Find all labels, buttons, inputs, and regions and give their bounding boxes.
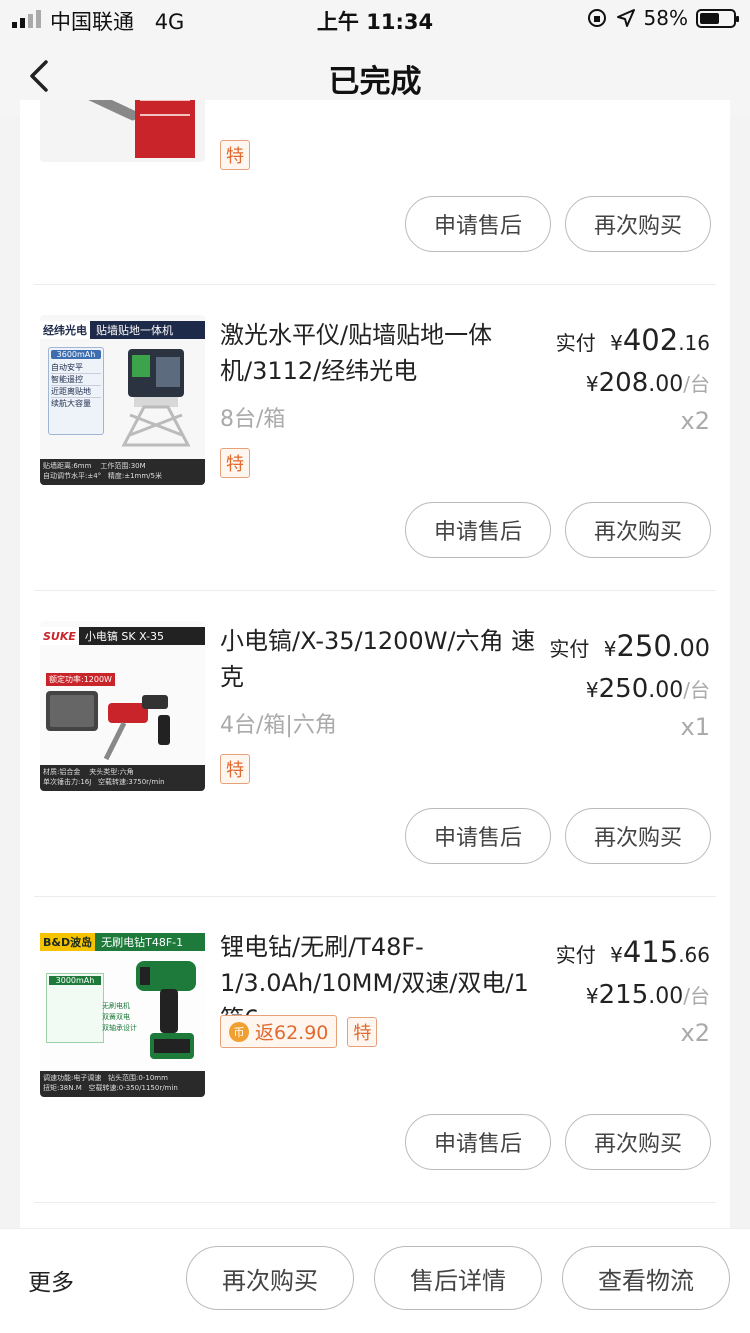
divider bbox=[34, 590, 716, 591]
rebate-tag: 币 返62.90 bbox=[220, 1015, 338, 1048]
order-item: SUKE 小电镐 SK X-35 额定功率:1200W 材质:铝合金 夹头类型:… bbox=[20, 621, 730, 886]
battery-percent: 58% bbox=[643, 6, 688, 30]
paid-price: 实付 ¥402.16 bbox=[555, 323, 710, 357]
buy-again-button[interactable]: 再次购买 bbox=[565, 196, 711, 252]
bottom-action-bar: 更多 再次购买 售后详情 查看物流 bbox=[0, 1228, 750, 1333]
product-image[interactable]: SUKE 小电镐 SK X-35 额定功率:1200W 材质:铝合金 夹头类型:… bbox=[40, 621, 205, 791]
order-item: 特 x3 申请售后 再次购买 bbox=[20, 100, 730, 285]
product-spec: 8台/箱 bbox=[220, 407, 286, 432]
more-link[interactable]: 更多 bbox=[28, 1263, 74, 1297]
order-card: 特 x3 申请售后 再次购买 经纬光电贴墙贴地一体机 3600mAh 自动安平 … bbox=[20, 100, 730, 1240]
order-item: B&D波岛 无刷电钻T48F-1 3000mAh 无刷电机 双簧双电 双轴承设计… bbox=[20, 927, 730, 1192]
buy-again-button[interactable]: 再次购买 bbox=[565, 808, 711, 864]
after-sales-details-button[interactable]: 售后详情 bbox=[374, 1246, 542, 1310]
order-item: 经纬光电 贴墙贴地一体机 3600mAh 自动安平 智能遥控 近距离贴地 续航大容… bbox=[20, 315, 730, 580]
quantity: x2 bbox=[680, 407, 710, 435]
apply-after-sales-button[interactable]: 申请售后 bbox=[405, 196, 551, 252]
product-spec: 4台/箱|六角 bbox=[220, 713, 337, 738]
special-tag: 特 bbox=[220, 448, 250, 478]
paid-price: 实付 ¥415.66 bbox=[555, 935, 710, 969]
special-tag: 特 bbox=[220, 140, 250, 170]
buy-again-button[interactable]: 再次购买 bbox=[186, 1246, 354, 1310]
special-tag: 特 bbox=[220, 754, 250, 784]
quantity: x2 bbox=[680, 1019, 710, 1047]
product-image[interactable]: 经纬光电 贴墙贴地一体机 3600mAh 自动安平 智能遥控 近距离贴地 续航大容… bbox=[40, 315, 205, 485]
product-name[interactable]: 激光水平仪/贴墙贴地一体机/3112/经纬光电 bbox=[220, 317, 540, 389]
unit-price: ¥215.00/台 bbox=[585, 980, 710, 1010]
buy-again-button[interactable]: 再次购买 bbox=[565, 502, 711, 558]
divider bbox=[34, 284, 716, 285]
page-title: 已完成 bbox=[328, 64, 422, 100]
view-logistics-button[interactable]: 查看物流 bbox=[562, 1246, 730, 1310]
location-icon bbox=[616, 9, 635, 27]
buy-again-button[interactable]: 再次购买 bbox=[565, 1114, 711, 1170]
product-name[interactable]: 小电镐/X-35/1200W/六角 速克 bbox=[220, 623, 540, 695]
paid-price: 实付 ¥250.00 bbox=[549, 629, 710, 663]
unit-price: ¥250.00/台 bbox=[585, 674, 710, 704]
coin-icon: 币 bbox=[229, 1021, 249, 1042]
apply-after-sales-button[interactable]: 申请售后 bbox=[405, 1114, 551, 1170]
product-image[interactable] bbox=[40, 100, 205, 162]
product-image[interactable]: B&D波岛 无刷电钻T48F-1 3000mAh 无刷电机 双簧双电 双轴承设计… bbox=[40, 927, 205, 1097]
unit-price: ¥208.00/台 bbox=[585, 368, 710, 398]
orientation-lock-icon bbox=[587, 9, 606, 27]
battery-icon bbox=[696, 8, 739, 28]
special-tag: 特 bbox=[347, 1016, 378, 1047]
quantity: x1 bbox=[680, 713, 710, 741]
status-bar: 中国联通 4G 上午 11:34 58% bbox=[0, 0, 750, 38]
apply-after-sales-button[interactable]: 申请售后 bbox=[405, 502, 551, 558]
divider bbox=[34, 1202, 716, 1203]
divider bbox=[34, 896, 716, 897]
apply-after-sales-button[interactable]: 申请售后 bbox=[405, 808, 551, 864]
